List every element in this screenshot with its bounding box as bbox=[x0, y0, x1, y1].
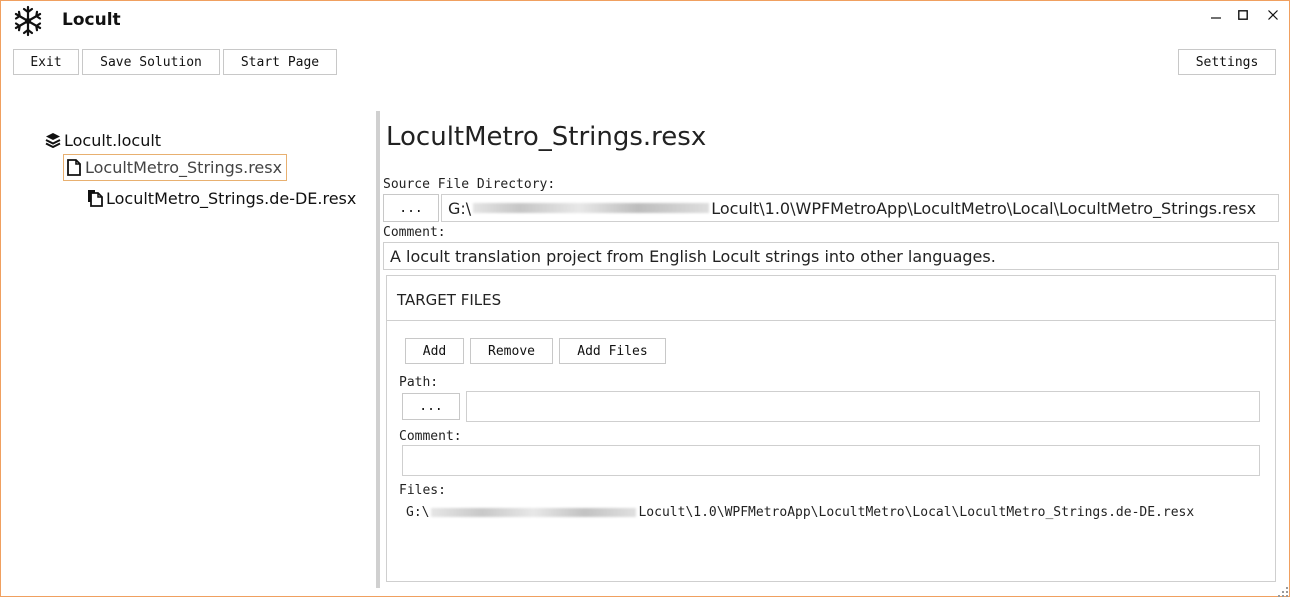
tree-item-target-resx[interactable]: LocultMetro_Strings.de-DE.resx bbox=[87, 187, 356, 209]
close-icon bbox=[1268, 10, 1278, 20]
tree-item-solution[interactable]: Locult.locult bbox=[45, 129, 161, 151]
files-list-item[interactable]: G:\ Locult\1.0\WPFMetroApp\LocultMetro\L… bbox=[406, 505, 1194, 520]
redacted-region bbox=[473, 203, 710, 213]
file-path-suffix: Locult\1.0\WPFMetroApp\LocultMetro\Local… bbox=[638, 505, 1195, 520]
page-title: LocultMetro_Strings.resx bbox=[386, 122, 707, 152]
target-comment-input[interactable] bbox=[402, 445, 1260, 476]
target-comment-label: Comment: bbox=[399, 429, 462, 444]
target-path-input[interactable] bbox=[466, 391, 1260, 422]
resize-grip-icon[interactable] bbox=[1277, 583, 1289, 597]
save-solution-button[interactable]: Save Solution bbox=[82, 49, 220, 75]
tree-item-label: LocultMetro_Strings.resx bbox=[85, 158, 283, 177]
target-browse-button[interactable]: ... bbox=[402, 393, 460, 420]
settings-button[interactable]: Settings bbox=[1178, 49, 1276, 75]
target-files-header: TARGET FILES bbox=[387, 276, 1275, 321]
source-path-field[interactable]: G:\ Locult\1.0\WPFMetroApp\LocultMetro\L… bbox=[441, 194, 1279, 222]
maximize-button[interactable] bbox=[1228, 4, 1258, 26]
minimize-button[interactable] bbox=[1201, 4, 1231, 26]
add-button[interactable]: Add bbox=[405, 338, 464, 364]
comment-field[interactable]: A locult translation project from Englis… bbox=[383, 242, 1279, 270]
app-window: Locult Exit Save Solution Start Page Set… bbox=[0, 0, 1290, 597]
pane-splitter[interactable] bbox=[376, 111, 380, 588]
add-files-button[interactable]: Add Files bbox=[559, 338, 666, 364]
layers-icon bbox=[45, 131, 61, 149]
redacted-region bbox=[431, 508, 637, 517]
source-path-suffix: Locult\1.0\WPFMetroApp\LocultMetro\Local… bbox=[711, 198, 1257, 218]
comment-label: Comment: bbox=[383, 225, 446, 240]
snowflake-icon bbox=[12, 5, 44, 37]
target-path-label: Path: bbox=[399, 375, 439, 390]
exit-button[interactable]: Exit bbox=[13, 49, 79, 75]
start-page-button[interactable]: Start Page bbox=[223, 49, 337, 75]
remove-button[interactable]: Remove bbox=[470, 338, 553, 364]
file-path-prefix: G:\ bbox=[406, 505, 430, 520]
app-title: Locult bbox=[62, 10, 121, 30]
target-files-title: TARGET FILES bbox=[397, 291, 502, 309]
tree-item-label: Locult.locult bbox=[64, 130, 162, 150]
source-path-prefix: G:\ bbox=[448, 198, 472, 218]
file-icon bbox=[66, 159, 82, 177]
source-directory-label: Source File Directory: bbox=[383, 177, 556, 192]
minimize-icon bbox=[1211, 10, 1221, 20]
source-browse-button[interactable]: ... bbox=[383, 194, 439, 222]
close-button[interactable] bbox=[1258, 4, 1288, 26]
files-label: Files: bbox=[399, 483, 446, 498]
files-icon bbox=[87, 189, 103, 207]
maximize-icon bbox=[1238, 10, 1248, 20]
tree-item-source-resx[interactable]: LocultMetro_Strings.resx bbox=[63, 154, 288, 181]
tree-item-label: LocultMetro_Strings.de-DE.resx bbox=[106, 188, 357, 208]
target-files-panel: TARGET FILES bbox=[386, 275, 1276, 582]
